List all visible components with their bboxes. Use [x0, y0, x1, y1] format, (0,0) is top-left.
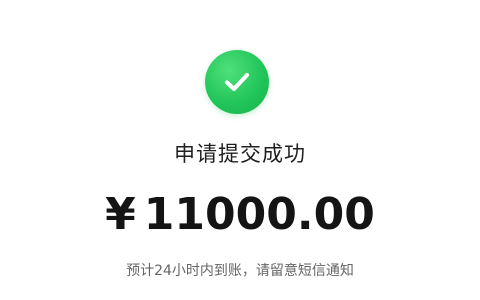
arrival-notice: 预计24小时内到账，请留意短信通知 [126, 263, 354, 279]
checkmark-icon [224, 72, 250, 92]
submission-success-screen: 申请提交成功 ¥11000.00 预计24小时内到账，请留意短信通知 [0, 0, 480, 300]
amount-value: 11000.00 [143, 189, 375, 240]
currency-symbol: ¥ [105, 189, 136, 240]
status-title: 申请提交成功 [174, 142, 306, 166]
amount-display: ¥11000.00 [0, 188, 480, 242]
check-circle-icon [205, 50, 269, 114]
